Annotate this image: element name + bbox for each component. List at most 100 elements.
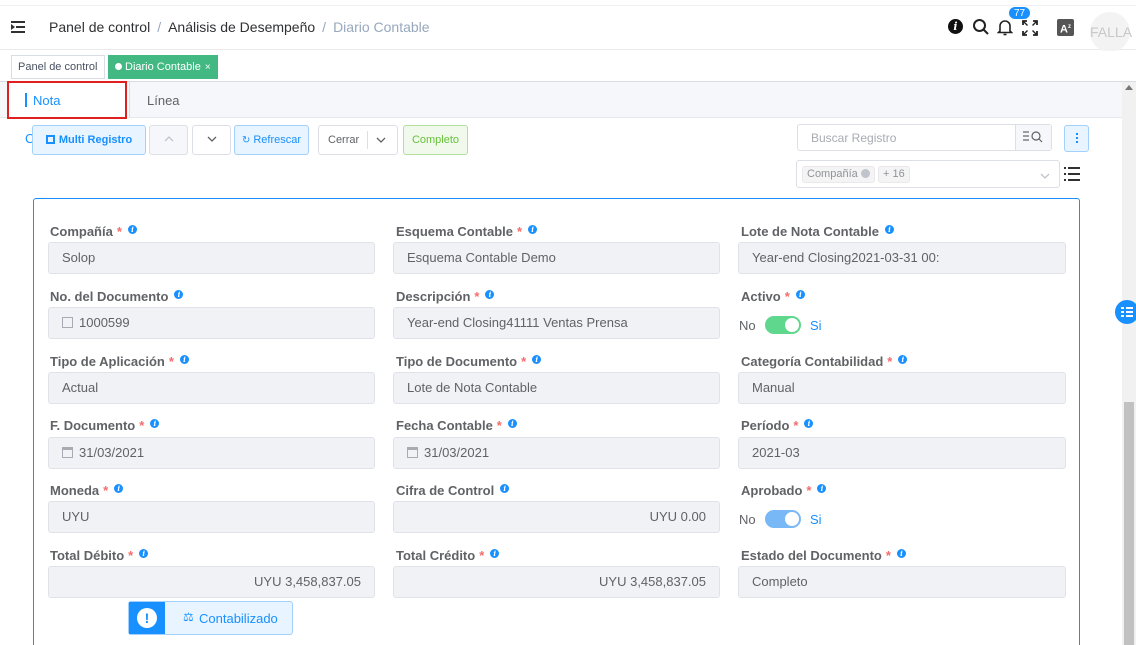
info-icon[interactable]: i — [528, 225, 538, 234]
tab-linea[interactable]: Línea — [131, 82, 196, 118]
field-label-tipo-documento: Tipo de Documento * i — [396, 354, 542, 369]
translate-icon[interactable]: Az — [1057, 19, 1074, 36]
next-record-button[interactable] — [192, 125, 231, 155]
info-icon[interactable]: i — [507, 419, 517, 428]
refrescar-button[interactable]: ↻ Refrescar — [234, 125, 309, 155]
info-icon[interactable]: i — [127, 225, 137, 234]
esquema-contable-field[interactable]: Esquema Contable Demo — [393, 242, 720, 274]
activo-switch[interactable] — [765, 316, 801, 334]
cifra-control-field[interactable]: UYU 0.00 — [393, 501, 720, 533]
filter-chip: Compañía — [802, 166, 875, 183]
switch-off-label: No — [739, 318, 756, 333]
multi-registro-button[interactable]: Multi Registro — [32, 125, 146, 155]
scrollbar-thumb[interactable] — [1124, 402, 1134, 645]
info-icon[interactable]: i — [139, 549, 149, 558]
chip-close-icon[interactable] — [860, 169, 870, 178]
avatar[interactable]: FALLA — [1090, 12, 1132, 52]
field-label-fdoc: F. Documento * i — [50, 418, 160, 433]
chevron-down-icon[interactable] — [1040, 171, 1050, 181]
highlight-box — [7, 81, 127, 119]
tab-label: Línea — [147, 93, 180, 108]
fullscreen-icon[interactable] — [1022, 20, 1038, 36]
chevron-down-icon[interactable] — [376, 135, 386, 145]
field-label-moneda: Moneda * i — [50, 483, 124, 498]
info-icon[interactable]: i — [500, 484, 510, 493]
field-label-estado: Estado del Documento * i — [741, 548, 906, 563]
bell-icon[interactable] — [997, 19, 1013, 37]
side-panel-toggle[interactable] — [1115, 300, 1136, 324]
close-icon[interactable]: × — [205, 62, 211, 73]
tipo-documento-field[interactable]: Lote de Nota Contable — [393, 372, 720, 404]
menu-fold-icon[interactable] — [11, 18, 27, 36]
estado-documento-field[interactable]: Completo — [738, 566, 1066, 598]
breadcrumb: Panel de control / Análisis de Desempeño / D… — [49, 19, 430, 35]
field-label-cifra: Cifra de Control i — [396, 483, 510, 498]
list-tree-icon — [1121, 307, 1133, 317]
breadcrumb-separator: / — [322, 19, 327, 35]
breadcrumb-item[interactable]: Panel de control — [49, 19, 150, 35]
chevron-up-icon — [164, 136, 173, 142]
fecha-documento-field[interactable]: 31/03/2021 — [48, 437, 375, 469]
calendar-icon — [62, 447, 73, 458]
search-button[interactable] — [1015, 125, 1051, 150]
info-icon[interactable]: i — [884, 225, 894, 234]
tag-diario-contable[interactable]: Diario Contable × — [108, 55, 218, 79]
table-icon — [45, 135, 55, 144]
info-icon[interactable]: i — [898, 355, 908, 364]
field-label-esquema: Esquema Contable * i — [396, 224, 538, 239]
search-input[interactable]: Buscar Registro — [797, 124, 1052, 151]
notification-badge: 77 — [1008, 6, 1032, 20]
descripcion-field[interactable]: Year-end Closing41111 Ventas Prensa — [393, 307, 720, 339]
info-icon[interactable]: i — [174, 290, 184, 299]
more-vertical-icon — [1076, 133, 1078, 135]
contabilizado-status-button[interactable]: ! ⚖ Contabilizado — [128, 601, 293, 635]
tipo-aplicacion-field[interactable]: Actual — [48, 372, 375, 404]
field-label-tipo-aplicacion: Tipo de Aplicación * i — [50, 354, 189, 369]
completo-button[interactable]: Completo — [403, 125, 468, 155]
info-icon[interactable]: i — [179, 355, 189, 364]
info-icon[interactable]: i — [532, 355, 542, 364]
total-credito-field[interactable]: UYU 3,458,837.05 — [393, 566, 720, 598]
tag-label: Diario Contable — [125, 61, 201, 73]
info-icon[interactable]: i — [485, 290, 495, 299]
scrollbar[interactable] — [1122, 82, 1136, 645]
field-label-aprobado: Aprobado * i — [741, 483, 827, 498]
info-icon[interactable]: i — [896, 549, 906, 558]
info-icon[interactable]: i — [795, 290, 805, 299]
tag-panel-de-control[interactable]: Panel de control — [11, 55, 105, 79]
previous-record-button[interactable] — [149, 125, 188, 155]
info-icon[interactable]: i — [817, 484, 827, 493]
breadcrumb-item-current: Diario Contable — [333, 19, 430, 35]
list-icon[interactable] — [1064, 166, 1080, 182]
fecha-contable-field[interactable]: 31/03/2021 — [393, 437, 720, 469]
aprobado-switch[interactable] — [765, 510, 801, 528]
total-debito-field[interactable]: UYU 3,458,837.05 — [48, 566, 375, 598]
scroll-up-icon[interactable] — [1125, 85, 1133, 90]
field-label-descripcion: Descripción * i — [396, 289, 495, 304]
search-icon[interactable] — [972, 18, 990, 36]
field-label-total-credito: Total Crédito * i — [396, 548, 500, 563]
search-list-icon — [1023, 131, 1043, 143]
periodo-field[interactable]: 2021-03 — [738, 437, 1066, 469]
categoria-contabilidad-field[interactable]: Manual — [738, 372, 1066, 404]
info-icon[interactable]: i — [490, 549, 500, 558]
info-icon[interactable]: i — [150, 419, 160, 428]
field-label-fcontable: Fecha Contable * i — [396, 418, 517, 433]
info-icon[interactable]: i — [114, 484, 124, 493]
more-options-button[interactable] — [1064, 125, 1089, 152]
breadcrumb-item[interactable]: Análisis de Desempeño — [168, 19, 315, 35]
moneda-field[interactable]: UYU — [48, 501, 375, 533]
field-label-periodo: Período * i — [741, 418, 814, 433]
compania-field[interactable]: Solop — [48, 242, 375, 274]
info-icon[interactable]: i — [948, 19, 963, 34]
chevron-down-icon — [207, 136, 216, 142]
field-filter-select[interactable]: Compañía + 16 — [796, 160, 1060, 188]
lote-nota-contable-field[interactable]: Year-end Closing2021-03-31 00: — [738, 242, 1066, 274]
info-icon[interactable]: i — [804, 419, 814, 428]
refresh-icon: ↻ — [241, 135, 251, 146]
no-documento-field[interactable]: 1000599 — [48, 307, 375, 339]
status-label: Contabilizado — [199, 611, 278, 626]
cerrar-button[interactable]: Cerrar — [318, 125, 398, 155]
switch-on-label: Si — [810, 318, 822, 333]
tag-label: Panel de control — [18, 61, 98, 73]
